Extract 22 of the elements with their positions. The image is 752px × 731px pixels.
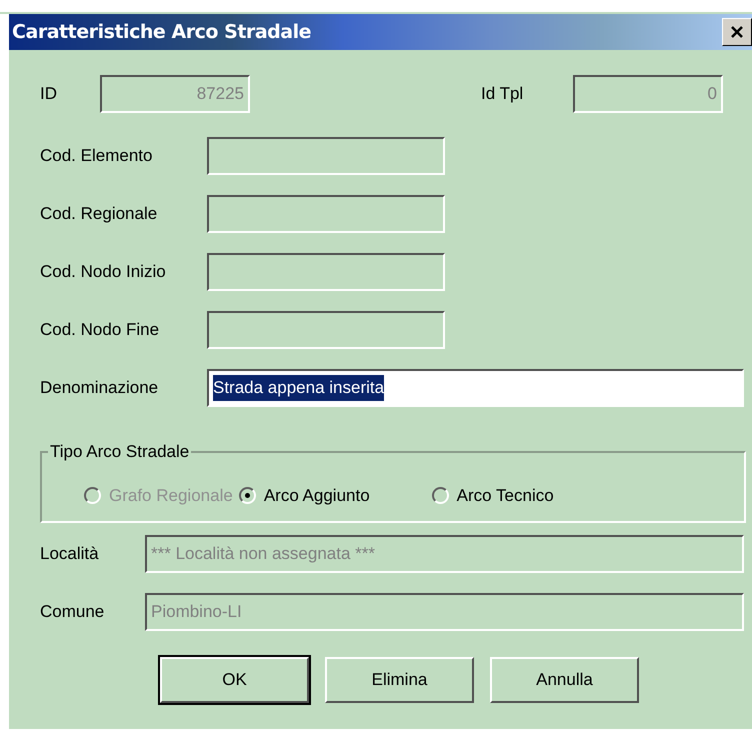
radio-button[interactable] <box>432 486 449 504</box>
group-title: Tipo Arco Stradale <box>49 441 190 463</box>
field-label: Comune <box>40 601 106 624</box>
field-label: Località <box>40 543 100 566</box>
radio-button[interactable] <box>238 486 256 504</box>
field-label: Cod. Nodo Fine <box>40 319 160 342</box>
close-button[interactable] <box>722 18 752 46</box>
window-title: Caratteristiche Arco Stradale <box>12 20 312 45</box>
field-label: Id Tpl <box>481 83 524 106</box>
field-label: ID <box>40 83 58 106</box>
dialog-button[interactable]: OK <box>160 657 309 703</box>
radio-label: Arco Tecnico <box>456 484 554 506</box>
field-label: Cod. Elemento <box>40 145 154 168</box>
dialog-button[interactable]: Annulla <box>490 657 639 703</box>
radio-label: Grafo Regionale <box>109 484 233 506</box>
field-label: Cod. Regionale <box>40 203 158 226</box>
text-field[interactable]: Strada appena inserita <box>207 369 744 407</box>
field-label: Cod. Nodo Inizio <box>40 261 167 284</box>
dialog-button[interactable]: Elimina <box>325 657 474 703</box>
radio-label: Arco Aggiunto <box>264 484 370 506</box>
close-icon <box>730 25 744 39</box>
field-label: Denominazione <box>40 377 160 400</box>
